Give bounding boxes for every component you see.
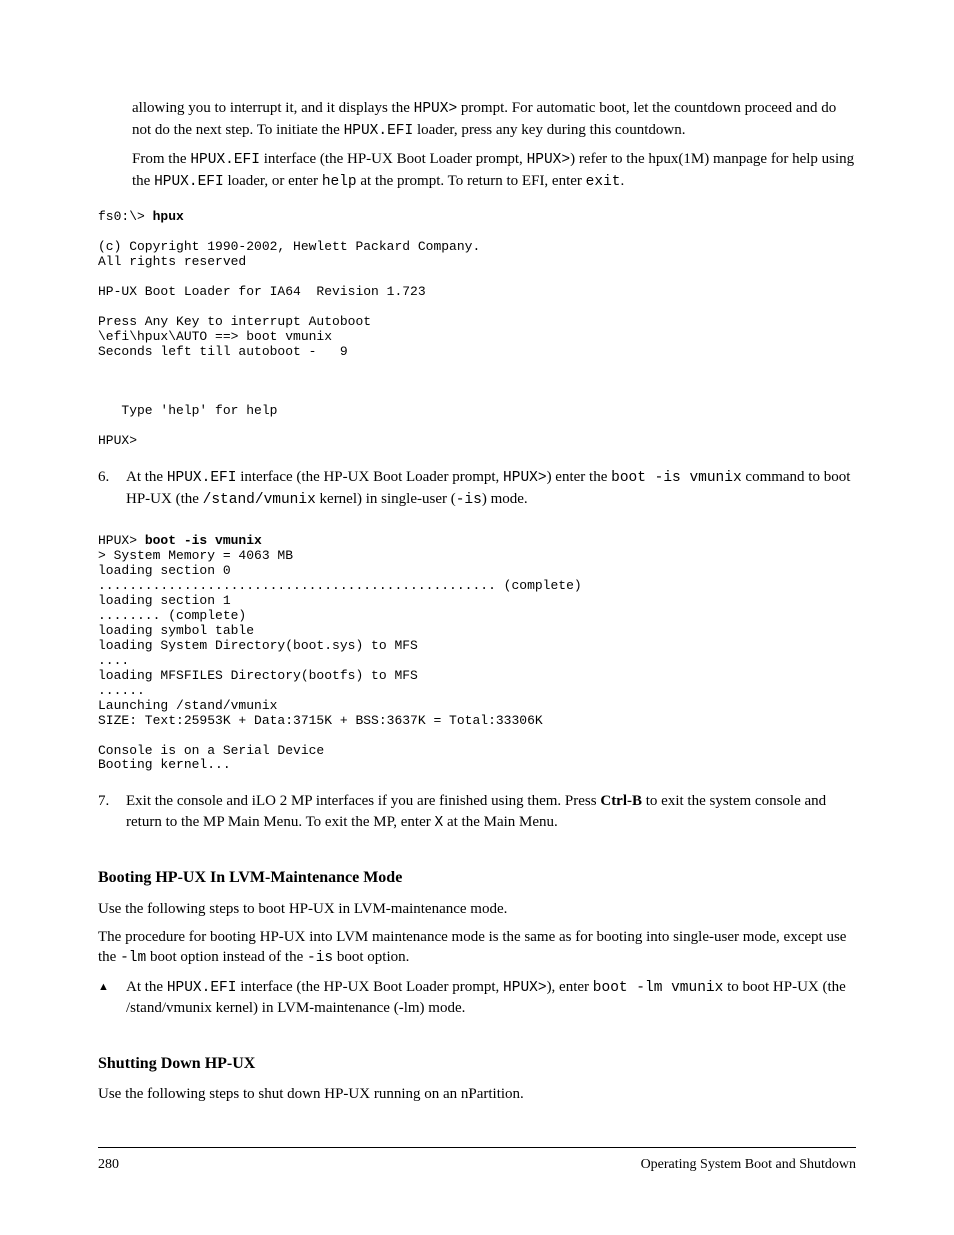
- hpux-prompt: HPUX>: [414, 101, 458, 117]
- footer-title: Operating System Boot and Shutdown: [641, 1156, 856, 1175]
- step5-continuation: allowing you to interrupt it, and it dis…: [132, 98, 856, 192]
- shutdown-title: Shutting Down HP-UX: [98, 1053, 856, 1075]
- step5-para1: allowing you to interrupt it, and it dis…: [132, 98, 856, 141]
- lvm-p1: Use the following steps to boot HP-UX in…: [98, 899, 856, 919]
- step5-para2: From the HPUX.EFI interface (the HP-UX B…: [132, 149, 856, 192]
- page-footer: 280 Operating System Boot and Shutdown: [98, 1147, 856, 1175]
- code-block-2: HPUX> boot -is vmunix > System Memory = …: [98, 534, 856, 773]
- hpux-efi: HPUX.EFI: [344, 123, 414, 139]
- step6: 6. At the HPUX.EFI interface (the HP-UX …: [98, 467, 856, 516]
- x-command: X: [435, 815, 444, 831]
- lvm-title: Booting HP-UX In LVM-Maintenance Mode: [98, 867, 856, 889]
- step7-para: Exit the console and iLO 2 MP interfaces…: [126, 791, 856, 833]
- step7: 7. Exit the console and iLO 2 MP interfa…: [98, 791, 856, 839]
- ctrl-b-key: Ctrl-B: [600, 793, 642, 809]
- code-block-1: fs0:\> hpux (c) Copyright 1990-2002, Hew…: [98, 210, 856, 449]
- step7-num: 7.: [98, 791, 126, 839]
- shutdown-p1: Use the following steps to shut down HP-…: [98, 1084, 856, 1104]
- page-number: 280: [98, 1156, 119, 1175]
- lvm-p2: The procedure for booting HP-UX into LVM…: [98, 927, 856, 969]
- bullet-icon: ▲: [98, 977, 126, 1025]
- step6-num: 6.: [98, 467, 126, 516]
- lvm-bullet-text: At the HPUX.EFI interface (the HP-UX Boo…: [126, 977, 856, 1019]
- lvm-bullet-row: ▲ At the HPUX.EFI interface (the HP-UX B…: [98, 977, 856, 1025]
- step6-para: At the HPUX.EFI interface (the HP-UX Boo…: [126, 467, 856, 510]
